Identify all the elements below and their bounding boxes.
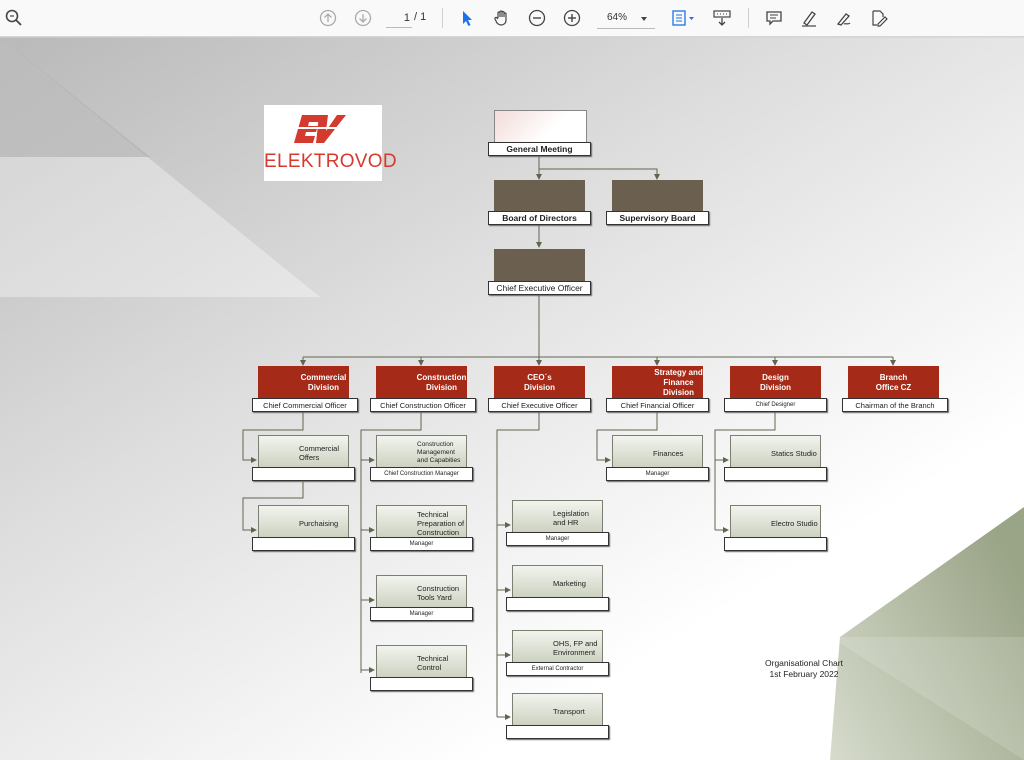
pdf-toolbar: / 1 64%: [0, 0, 1024, 37]
comment-icon[interactable]: [762, 6, 786, 30]
division-design: Design Division: [730, 366, 821, 400]
highlight-pen-icon[interactable]: [797, 6, 821, 30]
hand-pan-icon[interactable]: [490, 6, 514, 30]
division-head-label: Chairman of the Branch: [842, 398, 948, 412]
division-strategy-finance: Strategy and Finance Division: [612, 366, 703, 400]
unit-statics-studio: Statics Studio: [730, 435, 821, 471]
unit-role-label: Manager: [606, 467, 709, 481]
unit-role-label: [370, 677, 473, 691]
general-meeting-label: General Meeting: [488, 142, 591, 156]
search-icon[interactable]: [2, 6, 26, 30]
chevron-down-icon: [641, 17, 647, 21]
document-viewer[interactable]: ELEKTROVOD General Meeting Board of Dire…: [0, 37, 1024, 760]
edit-text-icon[interactable]: [867, 6, 891, 30]
ceo-label: Chief Executive Officer: [488, 281, 591, 295]
zoom-select[interactable]: 64%: [597, 8, 655, 29]
zoom-out-icon[interactable]: [525, 6, 549, 30]
division-branch-cz: Branch Office CZ: [848, 366, 939, 400]
division-head-label: Chief Commercial Officer: [252, 398, 358, 412]
division-commercial: Commercial Division: [258, 366, 349, 400]
unit-purchaising: Purchaising: [258, 505, 349, 541]
page-total: / 1: [414, 11, 427, 23]
division-head-label: Chief Construction Officer: [370, 398, 476, 412]
select-cursor-icon[interactable]: [455, 6, 479, 30]
page-down-icon[interactable]: [351, 6, 375, 30]
unit-role-label: [724, 467, 827, 481]
division-head-label: Chief Executive Officer: [488, 398, 591, 412]
unit-technical-control: Technical Control: [376, 645, 467, 681]
toolbar-divider: [442, 8, 443, 28]
draw-icon[interactable]: [832, 6, 856, 30]
unit-legislation-hr: Legislation and HR: [512, 500, 603, 536]
page-up-icon[interactable]: [316, 6, 340, 30]
unit-construction-tools-yard: Construction Tools Yard: [376, 575, 467, 611]
unit-construction-management: Construction Management and Capabities: [376, 435, 467, 471]
board-of-directors-label: Board of Directors: [488, 211, 591, 225]
caption-date: 1st February 2022: [769, 669, 839, 679]
unit-role-label: [506, 725, 609, 739]
division-head-label: Chief Financial Officer: [606, 398, 709, 412]
unit-role-label: Chief Construction Manager: [370, 467, 473, 481]
chart-caption: Organisational Chart 1st February 2022: [752, 658, 856, 680]
caption-title: Organisational Chart: [765, 658, 843, 668]
unit-role-label: [252, 537, 355, 551]
ceo-box: [494, 249, 585, 285]
unit-commercial-offers: Commercial Offers: [258, 435, 349, 471]
unit-ohs-fp-environment: OHS, FP and Environment: [512, 630, 603, 666]
division-head-label: Chief Designer: [724, 398, 827, 412]
unit-role-label: External Contractor: [506, 662, 609, 676]
zoom-in-icon[interactable]: [560, 6, 584, 30]
unit-role-label: Manager: [370, 607, 473, 621]
toolbar-divider: [748, 8, 749, 28]
scroll-mode-icon[interactable]: [710, 6, 734, 30]
unit-role-label: [724, 537, 827, 551]
unit-role-label: [506, 597, 609, 611]
unit-transport: Transport: [512, 693, 603, 729]
division-construction: Construction Division: [376, 366, 467, 400]
unit-finances: Finances: [612, 435, 703, 471]
supervisory-board-label: Supervisory Board: [606, 211, 709, 225]
page-number-input[interactable]: [386, 9, 412, 28]
unit-marketing: Marketing: [512, 565, 603, 601]
unit-role-label: Manager: [370, 537, 473, 551]
unit-technical-preparation: Technical Preparation of Construction: [376, 505, 467, 541]
zoom-value: 64%: [607, 12, 628, 23]
unit-role-label: [252, 467, 355, 481]
unit-role-label: Manager: [506, 532, 609, 546]
division-ceo: CEO´s Division: [494, 366, 585, 400]
fit-page-icon[interactable]: [668, 6, 698, 30]
unit-electro-studio: Electro Studio: [730, 505, 821, 541]
